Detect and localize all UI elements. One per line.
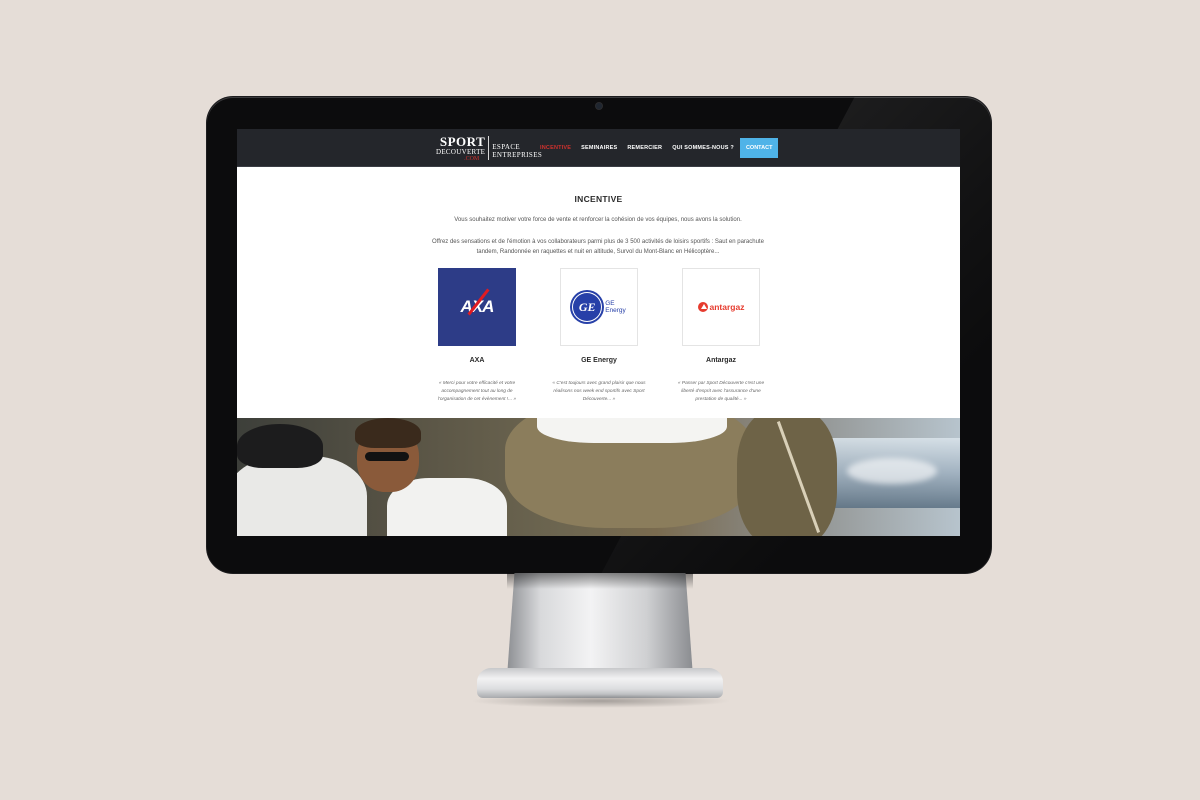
antargaz-wordmark: antargaz	[709, 302, 745, 312]
ge-energy-logo-icon[interactable]: GE GE Energy	[560, 268, 638, 346]
intro-paragraph-2: Offrez des sensations et de l'émotion à …	[432, 239, 764, 255]
banner-sun-glare	[847, 458, 937, 484]
antargaz-logo-group: antargaz	[697, 302, 745, 312]
sailing-photo-banner	[237, 418, 960, 536]
logo-com: .COM	[464, 156, 480, 162]
webcam-icon	[596, 103, 602, 109]
nav-item-incentive[interactable]: INCENTIVE	[540, 145, 571, 151]
antargaz-flame-icon	[697, 302, 708, 312]
client-name: Antargaz	[706, 357, 736, 364]
banner-sunglasses	[365, 452, 409, 461]
client-card-ge-energy: GE GE Energy GE Energy « C'est toujours …	[539, 268, 659, 404]
logo-decouverte: DECOUVERTE	[436, 148, 486, 156]
ge-wordmark-line-1: GE	[605, 300, 615, 307]
screen: SPORT DECOUVERTE .COM ESPACE ENTREPRISES…	[237, 129, 960, 536]
logo-espace: ESPACE	[492, 143, 521, 151]
client-quote: « Passer par Sport Découverte c'est une …	[677, 381, 765, 402]
base-shadow	[470, 694, 732, 708]
main-nav: INCENTIVE SEMINAIRES REMERCIER QUI SOMME…	[540, 138, 779, 158]
ge-logo-group: GE GE Energy	[572, 292, 626, 322]
site-logo[interactable]: SPORT DECOUVERTE .COM ESPACE ENTREPRISES	[436, 135, 542, 163]
banner-sailor-shirt-left	[237, 456, 367, 536]
logo-brand: SPORT DECOUVERTE .COM	[436, 135, 485, 163]
ge-wordmark-line-2: Energy	[605, 307, 626, 314]
logo-divider	[488, 136, 490, 160]
nav-item-seminaires[interactable]: SEMINAIRES	[581, 145, 617, 151]
logo-section: ESPACE ENTREPRISES	[492, 143, 542, 159]
logo-entreprises: ENTREPRISES	[492, 151, 543, 159]
banner-sailor-hair	[355, 418, 421, 448]
banner-sailor-leg	[737, 418, 837, 536]
intro-paragraph-1: Vous souhaitez motiver votre force de ve…	[454, 217, 742, 223]
site-header: SPORT DECOUVERTE .COM ESPACE ENTREPRISES…	[237, 129, 960, 167]
client-name: GE Energy	[581, 357, 617, 364]
banner-white-shirt	[537, 418, 727, 443]
client-card-axa: AXA AXA « Merci pour votre efficacité et…	[417, 268, 537, 404]
stand-shadow	[507, 573, 693, 589]
nav-item-qui-sommes-nous[interactable]: QUI SOMMES-NOUS ?	[672, 145, 734, 151]
page-title: INCENTIVE	[574, 194, 623, 204]
client-name: AXA	[469, 357, 485, 364]
ge-monogram: GE	[572, 292, 603, 322]
client-quote: « C'est toujours avec grand plaisir que …	[552, 381, 646, 402]
client-card-antargaz: antargaz Antargaz « Passer par Sport Déc…	[661, 268, 781, 404]
banner-sailor-cap	[237, 424, 323, 468]
client-quote: « Merci pour votre efficacité et votre a…	[437, 381, 517, 402]
antargaz-logo-icon[interactable]: antargaz	[682, 268, 760, 346]
nav-item-remercier[interactable]: REMERCIER	[627, 145, 662, 151]
ge-energy-wordmark: GE Energy	[605, 300, 626, 314]
logo-sport: SPORT	[439, 134, 486, 149]
client-testimonials: AXA AXA « Merci pour votre efficacité et…	[237, 268, 960, 418]
contact-button[interactable]: CONTACT	[739, 138, 779, 158]
axa-logo-icon[interactable]: AXA	[438, 268, 516, 346]
